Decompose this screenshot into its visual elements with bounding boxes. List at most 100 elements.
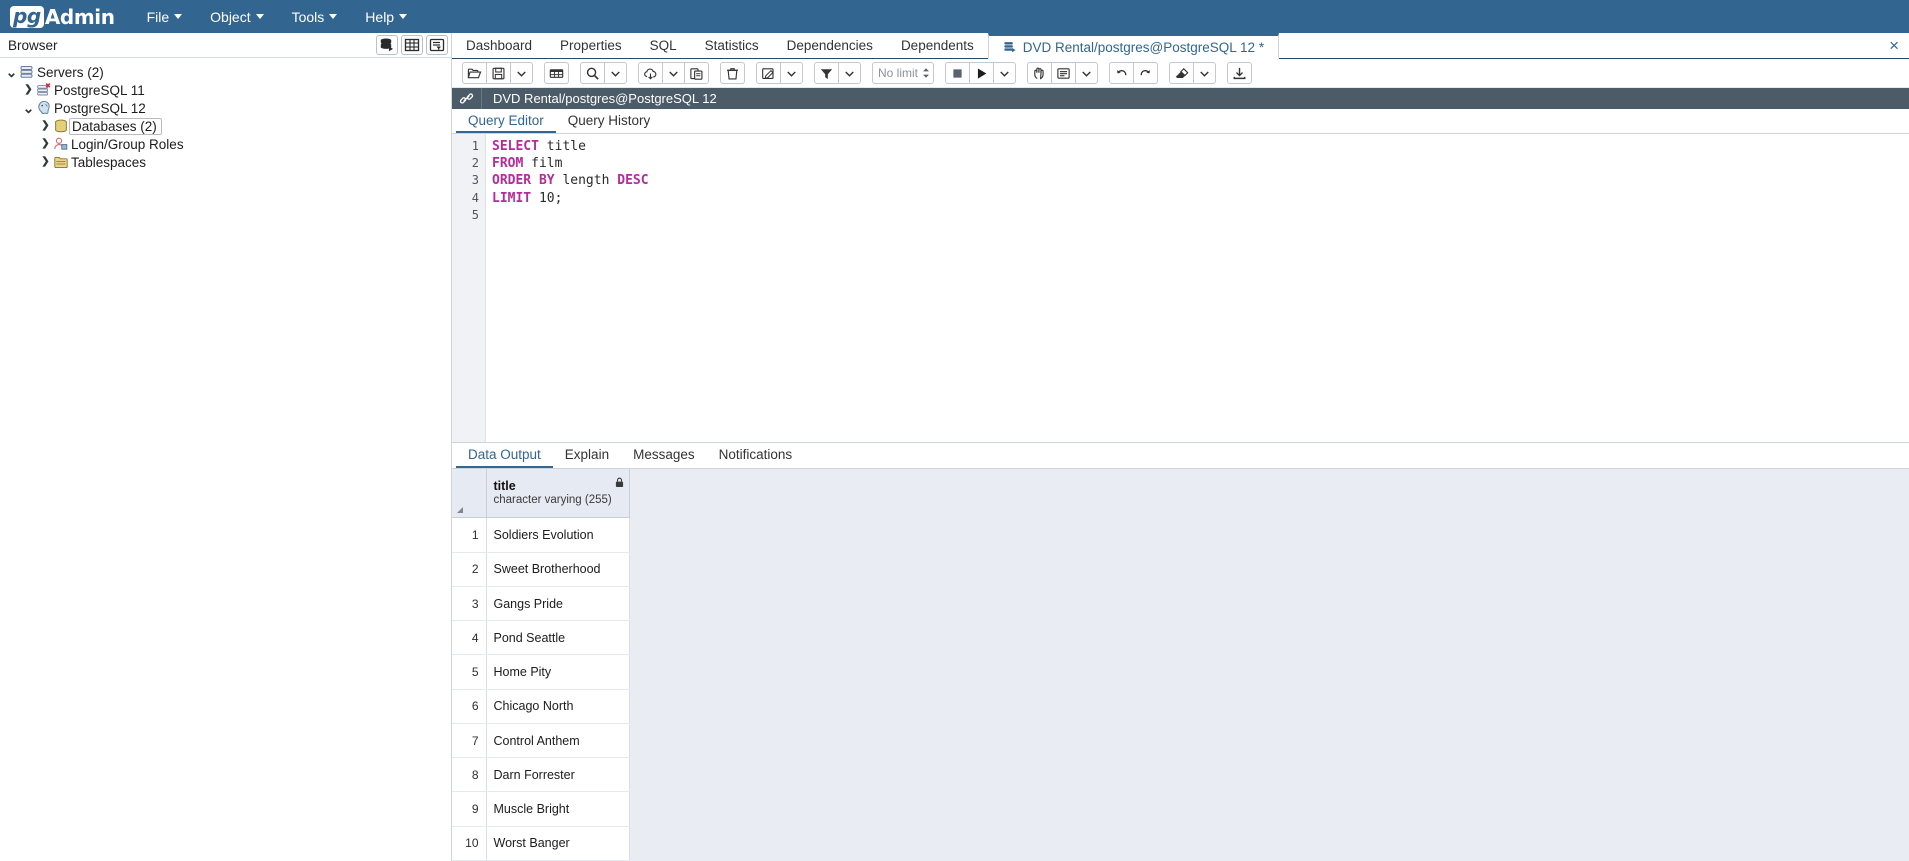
menu-object[interactable]: Object: [208, 7, 265, 27]
tab-statistics[interactable]: Statistics: [691, 33, 773, 58]
title-cell[interactable]: Control Anthem: [486, 723, 630, 759]
table-row[interactable]: 5 Home Pity: [452, 654, 630, 690]
stepper-arrows-icon[interactable]: [922, 67, 930, 79]
row-number-cell[interactable]: 7: [452, 723, 487, 759]
tab-messages[interactable]: Messages: [621, 443, 707, 468]
row-limit-input[interactable]: No limit: [872, 62, 934, 84]
title-cell[interactable]: Worst Banger: [486, 826, 630, 861]
row-number-cell[interactable]: 5: [452, 654, 487, 690]
table-row[interactable]: 2 Sweet Brotherhood: [452, 552, 630, 587]
stop-query-button[interactable]: [945, 62, 970, 84]
chevron-right-icon[interactable]: ❯: [21, 83, 36, 98]
chevron-right-icon[interactable]: ❯: [38, 137, 53, 152]
tree-item-postgresql-11[interactable]: ❯ PostgreSQL 11: [0, 81, 451, 99]
chevron-right-icon[interactable]: ❯: [38, 119, 53, 134]
filter-options-button[interactable]: [838, 62, 861, 84]
tab-query-tool[interactable]: DVD Rental/postgres@PostgreSQL 12 *: [987, 33, 1280, 59]
code-token: SELECT: [492, 139, 539, 154]
tablespaces-icon: [53, 156, 68, 169]
sql-code-area[interactable]: SELECT title FROM film ORDER BY length DES…: [486, 134, 1909, 442]
find-button[interactable]: [580, 62, 605, 84]
edit-grid-button[interactable]: [544, 62, 569, 84]
chevron-down-icon[interactable]: ⌄: [21, 101, 36, 116]
title-cell[interactable]: Chicago North: [486, 689, 630, 724]
explain-options-button[interactable]: [1075, 62, 1098, 84]
tree-item-login-group-roles[interactable]: ❯ Login/Group Roles: [0, 135, 451, 153]
row-number-cell[interactable]: 4: [452, 620, 487, 656]
title-cell[interactable]: Sweet Brotherhood: [486, 552, 630, 587]
table-row[interactable]: 10 Worst Banger: [452, 826, 630, 861]
result-grid[interactable]: title character varying (255) 1 Soldiers …: [452, 469, 630, 861]
filter-button[interactable]: [814, 62, 839, 84]
tab-sql[interactable]: SQL: [636, 33, 691, 58]
save-data-options-button[interactable]: [780, 62, 803, 84]
grid-view-button[interactable]: [401, 35, 423, 55]
copy-button[interactable]: [638, 62, 663, 84]
redo-button[interactable]: [1133, 62, 1158, 84]
tab-query-history[interactable]: Query History: [556, 109, 663, 133]
grid-corner-cell[interactable]: [452, 469, 487, 519]
clear-options-button[interactable]: [1193, 62, 1216, 84]
execute-query-button[interactable]: [969, 62, 994, 84]
row-number-cell[interactable]: 8: [452, 757, 487, 793]
grid-column-header-title[interactable]: title character varying (255): [486, 469, 630, 519]
table-row[interactable]: 8 Darn Forrester: [452, 757, 630, 793]
tab-dashboard[interactable]: Dashboard: [452, 33, 546, 58]
tree-item-servers-2[interactable]: ⌄ Servers (2): [0, 63, 451, 81]
execute-options-button[interactable]: [993, 62, 1016, 84]
close-tab-button[interactable]: ×: [1879, 33, 1909, 58]
tab-dependencies[interactable]: Dependencies: [773, 33, 887, 58]
add-server-button[interactable]: [376, 35, 398, 55]
filter-tree-button[interactable]: [426, 35, 448, 55]
chevron-right-icon[interactable]: ❯: [38, 155, 53, 170]
grid-header-row: title character varying (255): [452, 469, 630, 519]
tab-explain[interactable]: Explain: [553, 443, 621, 468]
title-cell[interactable]: Pond Seattle: [486, 620, 630, 656]
table-row[interactable]: 7 Control Anthem: [452, 723, 630, 759]
title-cell[interactable]: Muscle Bright: [486, 791, 630, 827]
row-number-cell[interactable]: 9: [452, 791, 487, 827]
table-row[interactable]: 4 Pond Seattle: [452, 620, 630, 656]
clear-button[interactable]: [1169, 62, 1194, 84]
menu-file[interactable]: File: [145, 7, 185, 27]
save-data-changes-button[interactable]: [756, 62, 781, 84]
tree-item-tablespaces[interactable]: ❯ Tablespaces: [0, 153, 451, 171]
tab-dependents[interactable]: Dependents: [887, 33, 988, 58]
menu-help[interactable]: Help: [363, 7, 409, 27]
table-row[interactable]: 6 Chicago North: [452, 689, 630, 724]
explain-analyze-button[interactable]: [1051, 62, 1076, 84]
tab-notifications[interactable]: Notifications: [707, 443, 805, 468]
title-cell[interactable]: Darn Forrester: [486, 757, 630, 793]
delete-row-button[interactable]: [720, 62, 745, 84]
explain-button[interactable]: [1027, 62, 1052, 84]
row-number-cell[interactable]: 2: [452, 552, 487, 587]
row-number-cell[interactable]: 6: [452, 689, 487, 724]
save-file-button[interactable]: [486, 62, 511, 84]
row-number-cell[interactable]: 3: [452, 586, 487, 622]
tab-data-output[interactable]: Data Output: [456, 443, 553, 468]
copy-options-button[interactable]: [662, 62, 685, 84]
table-row[interactable]: 1 Soldiers Evolution: [452, 517, 630, 553]
title-cell[interactable]: Home Pity: [486, 654, 630, 690]
tab-properties[interactable]: Properties: [546, 33, 636, 58]
tree-item-databases-2[interactable]: ❯ Databases (2): [0, 117, 451, 135]
row-number-cell[interactable]: 1: [452, 517, 487, 553]
object-tree[interactable]: ⌄ Servers (2) ❯ PostgreSQL 11 ⌄ PostgreSQL 12…: [0, 58, 451, 861]
chevron-down-icon[interactable]: ⌄: [4, 65, 19, 80]
download-csv-button[interactable]: [1227, 62, 1252, 84]
title-cell[interactable]: Gangs Pride: [486, 586, 630, 622]
menu-tools[interactable]: Tools: [290, 7, 340, 27]
tree-item-postgresql-12[interactable]: ⌄ PostgreSQL 12: [0, 99, 451, 117]
sql-editor[interactable]: 12345 SELECT title FROM film ORDER BY leng…: [452, 134, 1909, 443]
row-number-cell[interactable]: 10: [452, 826, 487, 861]
title-cell[interactable]: Soldiers Evolution: [486, 517, 630, 553]
table-row[interactable]: 3 Gangs Pride: [452, 586, 630, 622]
find-options-button[interactable]: [604, 62, 627, 84]
paste-button[interactable]: [684, 62, 709, 84]
table-row[interactable]: 9 Muscle Bright: [452, 791, 630, 827]
undo-button[interactable]: [1109, 62, 1134, 84]
save-options-button[interactable]: [510, 62, 533, 84]
open-file-button[interactable]: [462, 62, 487, 84]
tab-query-editor[interactable]: Query Editor: [456, 109, 556, 133]
